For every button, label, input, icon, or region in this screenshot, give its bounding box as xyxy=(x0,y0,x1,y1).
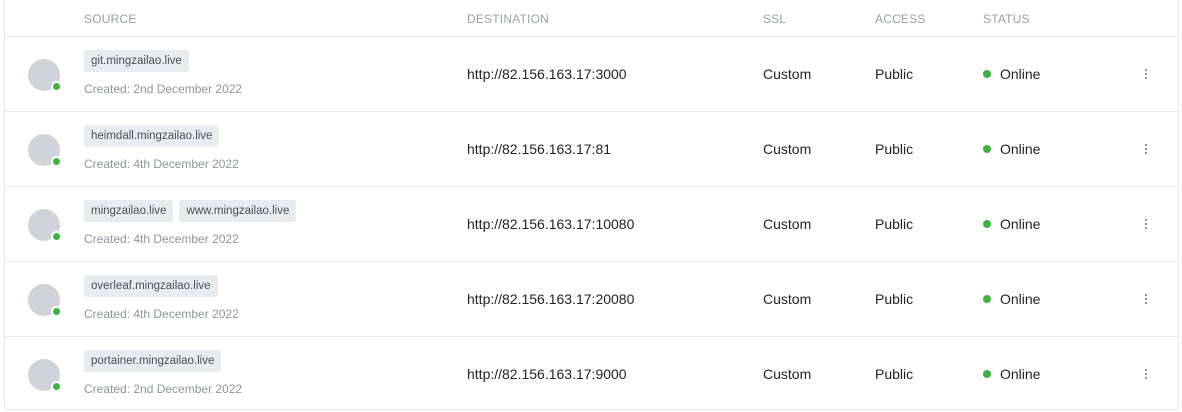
created-date: Created: 4th December 2022 xyxy=(84,157,239,171)
table-row[interactable]: heimdall.mingzailao.live Created: 4th Dec… xyxy=(5,112,1178,187)
kebab-dot xyxy=(1145,377,1147,379)
source-domains: overleaf.mingzailao.live xyxy=(84,275,218,297)
kebab-menu-icon[interactable] xyxy=(1136,136,1156,162)
kebab-dot xyxy=(1145,294,1147,296)
status-online-dot-icon xyxy=(983,295,991,303)
kebab-dot xyxy=(1145,69,1147,71)
online-dot-icon xyxy=(51,156,62,167)
proxy-hosts-table: SOURCE DESTINATION SSL ACCESS STATUS git… xyxy=(4,0,1179,410)
kebab-menu-icon[interactable] xyxy=(1136,61,1156,87)
ssl-value: Custom xyxy=(763,141,812,157)
kebab-dot xyxy=(1145,219,1147,221)
source-domain-tag[interactable]: git.mingzailao.live xyxy=(84,50,189,72)
column-header-source[interactable]: SOURCE xyxy=(84,12,137,26)
source-domain-tag[interactable]: www.mingzailao.live xyxy=(179,200,297,222)
kebab-dot xyxy=(1145,77,1147,79)
table-body: git.mingzailao.live Created: 2nd December… xyxy=(5,37,1178,412)
kebab-dot xyxy=(1145,302,1147,304)
access-value: Public xyxy=(875,141,914,157)
source-domain-tag[interactable]: portainer.mingzailao.live xyxy=(84,350,222,372)
source-domain-tag[interactable]: overleaf.mingzailao.live xyxy=(84,275,218,297)
destination-url: http://82.156.163.17:20080 xyxy=(467,291,635,307)
column-header-access[interactable]: ACCESS xyxy=(875,12,926,26)
kebab-dot xyxy=(1145,223,1147,225)
kebab-dot xyxy=(1145,373,1147,375)
kebab-menu-icon[interactable] xyxy=(1136,286,1156,312)
online-dot-icon xyxy=(51,306,62,317)
destination-url: http://82.156.163.17:3000 xyxy=(467,66,627,82)
status-text: Online xyxy=(1000,216,1041,232)
table-header: SOURCE DESTINATION SSL ACCESS STATUS xyxy=(5,0,1178,37)
status-online-dot-icon xyxy=(983,220,991,228)
kebab-dot xyxy=(1145,148,1147,150)
created-date: Created: 2nd December 2022 xyxy=(84,82,243,96)
status-online-dot-icon xyxy=(983,370,991,378)
kebab-dot xyxy=(1145,227,1147,229)
online-dot-icon xyxy=(51,231,62,242)
access-value: Public xyxy=(875,66,914,82)
column-header-destination[interactable]: DESTINATION xyxy=(467,12,549,26)
ssl-value: Custom xyxy=(763,216,812,232)
source-domains: mingzailao.live www.mingzailao.live xyxy=(84,200,297,222)
ssl-value: Custom xyxy=(763,366,812,382)
status-online-dot-icon xyxy=(983,70,991,78)
table-row[interactable]: mingzailao.live www.mingzailao.live Create… xyxy=(5,187,1178,262)
status-online-dot-icon xyxy=(983,145,991,153)
access-value: Public xyxy=(875,291,914,307)
column-header-ssl[interactable]: SSL xyxy=(763,12,786,26)
destination-url: http://82.156.163.17:9000 xyxy=(467,366,627,382)
table-row[interactable]: portainer.mingzailao.live Created: 2nd De… xyxy=(5,337,1178,412)
kebab-dot xyxy=(1145,73,1147,75)
ssl-value: Custom xyxy=(763,291,812,307)
created-date: Created: 4th December 2022 xyxy=(84,232,239,246)
kebab-dot xyxy=(1145,152,1147,154)
kebab-dot xyxy=(1145,298,1147,300)
ssl-value: Custom xyxy=(763,66,812,82)
status-text: Online xyxy=(1000,366,1041,382)
status-text: Online xyxy=(1000,291,1041,307)
kebab-menu-icon[interactable] xyxy=(1136,361,1156,387)
kebab-dot xyxy=(1145,144,1147,146)
status-text: Online xyxy=(1000,66,1041,82)
online-dot-icon xyxy=(51,81,62,92)
created-date: Created: 2nd December 2022 xyxy=(84,382,243,396)
destination-url: http://82.156.163.17:10080 xyxy=(467,216,635,232)
kebab-dot xyxy=(1145,369,1147,371)
column-header-status[interactable]: STATUS xyxy=(983,12,1030,26)
online-dot-icon xyxy=(51,381,62,392)
source-domains: portainer.mingzailao.live xyxy=(84,350,222,372)
source-domains: heimdall.mingzailao.live xyxy=(84,125,220,147)
table-row[interactable]: overleaf.mingzailao.live Created: 4th Dec… xyxy=(5,262,1178,337)
kebab-menu-icon[interactable] xyxy=(1136,211,1156,237)
destination-url: http://82.156.163.17:81 xyxy=(467,141,612,157)
access-value: Public xyxy=(875,216,914,232)
table-row[interactable]: git.mingzailao.live Created: 2nd December… xyxy=(5,37,1178,112)
status-text: Online xyxy=(1000,141,1041,157)
created-date: Created: 4th December 2022 xyxy=(84,307,239,321)
source-domains: git.mingzailao.live xyxy=(84,50,189,72)
source-domain-tag[interactable]: heimdall.mingzailao.live xyxy=(84,125,220,147)
access-value: Public xyxy=(875,366,914,382)
source-domain-tag[interactable]: mingzailao.live xyxy=(84,200,174,222)
